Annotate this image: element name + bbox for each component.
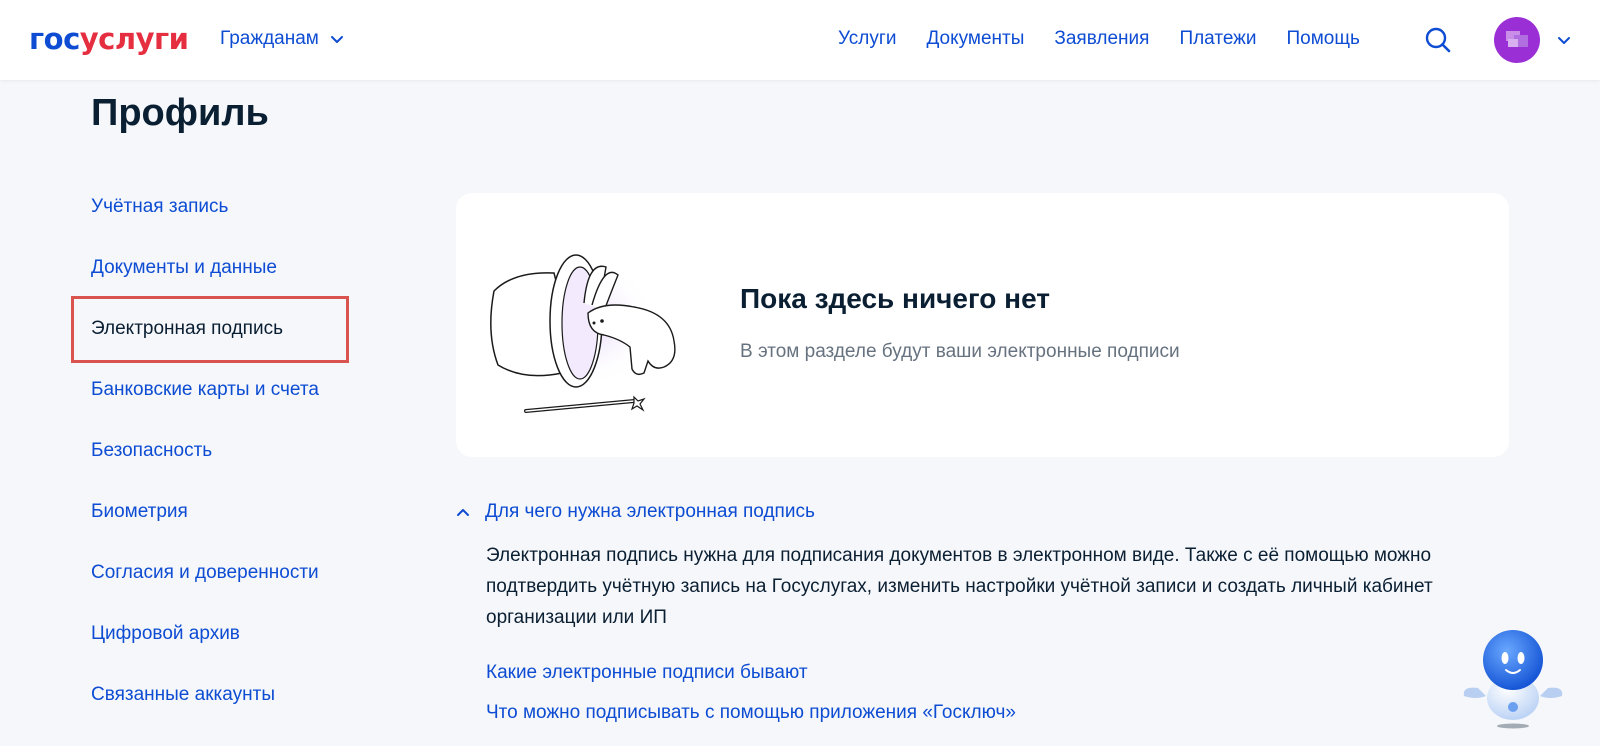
accordion-body: Электронная подпись нужна для подписания… [486,545,1433,628]
citizens-dropdown[interactable]: Гражданам [220,28,345,50]
empty-state-card: Пока здесь ничего нет В этом разделе буд… [456,193,1509,457]
chevron-up-icon [457,509,469,516]
gosuslugi-logo[interactable]: госуслуги [29,22,189,56]
citizens-label: Гражданам [220,28,319,49]
nav-applications[interactable]: Заявления [1054,28,1149,50]
accordion-why-e-signature[interactable]: Для чего нужна электронная подпись [455,501,815,523]
empty-state-subtitle: В этом разделе будут ваши электронные по… [740,341,1180,362]
chevron-down-icon[interactable] [1556,32,1572,48]
robot-assistant-icon[interactable] [1460,624,1566,730]
link-signature-kinds[interactable]: Какие электронные подписи бывают [486,662,808,684]
empty-state-title: Пока здесь ничего нет [740,283,1051,314]
magic-hat-rabbit-illustration [490,254,676,413]
page-title: Профиль [91,92,269,134]
sidebar-item-account[interactable]: Учётная запись [91,196,319,257]
accordion-heading: Для чего нужна электронная подпись [485,501,815,522]
nav-documents[interactable]: Документы [926,28,1024,50]
top-navigation: Услуги Документы Заявления Платежи Помощ… [838,28,1390,50]
avatar[interactable] [1494,17,1540,63]
nav-payments[interactable]: Платежи [1179,28,1256,50]
nav-services[interactable]: Услуги [838,28,896,50]
logo-part-uslugi: услуги [79,22,189,56]
nav-help[interactable]: Помощь [1287,28,1360,50]
sidebar-item-consents[interactable]: Согласия и доверенности [91,562,319,623]
profile-sidebar: Учётная запись Документы и данные Электр… [91,196,319,745]
sidebar-item-digital-archive[interactable]: Цифровой архив [91,623,319,684]
search-icon[interactable] [1424,26,1452,54]
selection-highlight [71,296,349,363]
link-goskey-signing[interactable]: Что можно подписывать с помощью приложен… [486,702,1016,724]
top-header: госуслуги Гражданам Услуги Документы Зая… [0,0,1600,80]
logo-part-gos: гос [29,22,80,56]
sidebar-item-security[interactable]: Безопасность [91,440,319,501]
chevron-down-icon [330,36,343,43]
sidebar-item-bank-cards[interactable]: Банковские карты и счета [91,379,319,440]
sidebar-item-biometrics[interactable]: Биометрия [91,501,319,562]
sidebar-item-linked-accounts[interactable]: Связанные аккаунты [91,684,319,745]
